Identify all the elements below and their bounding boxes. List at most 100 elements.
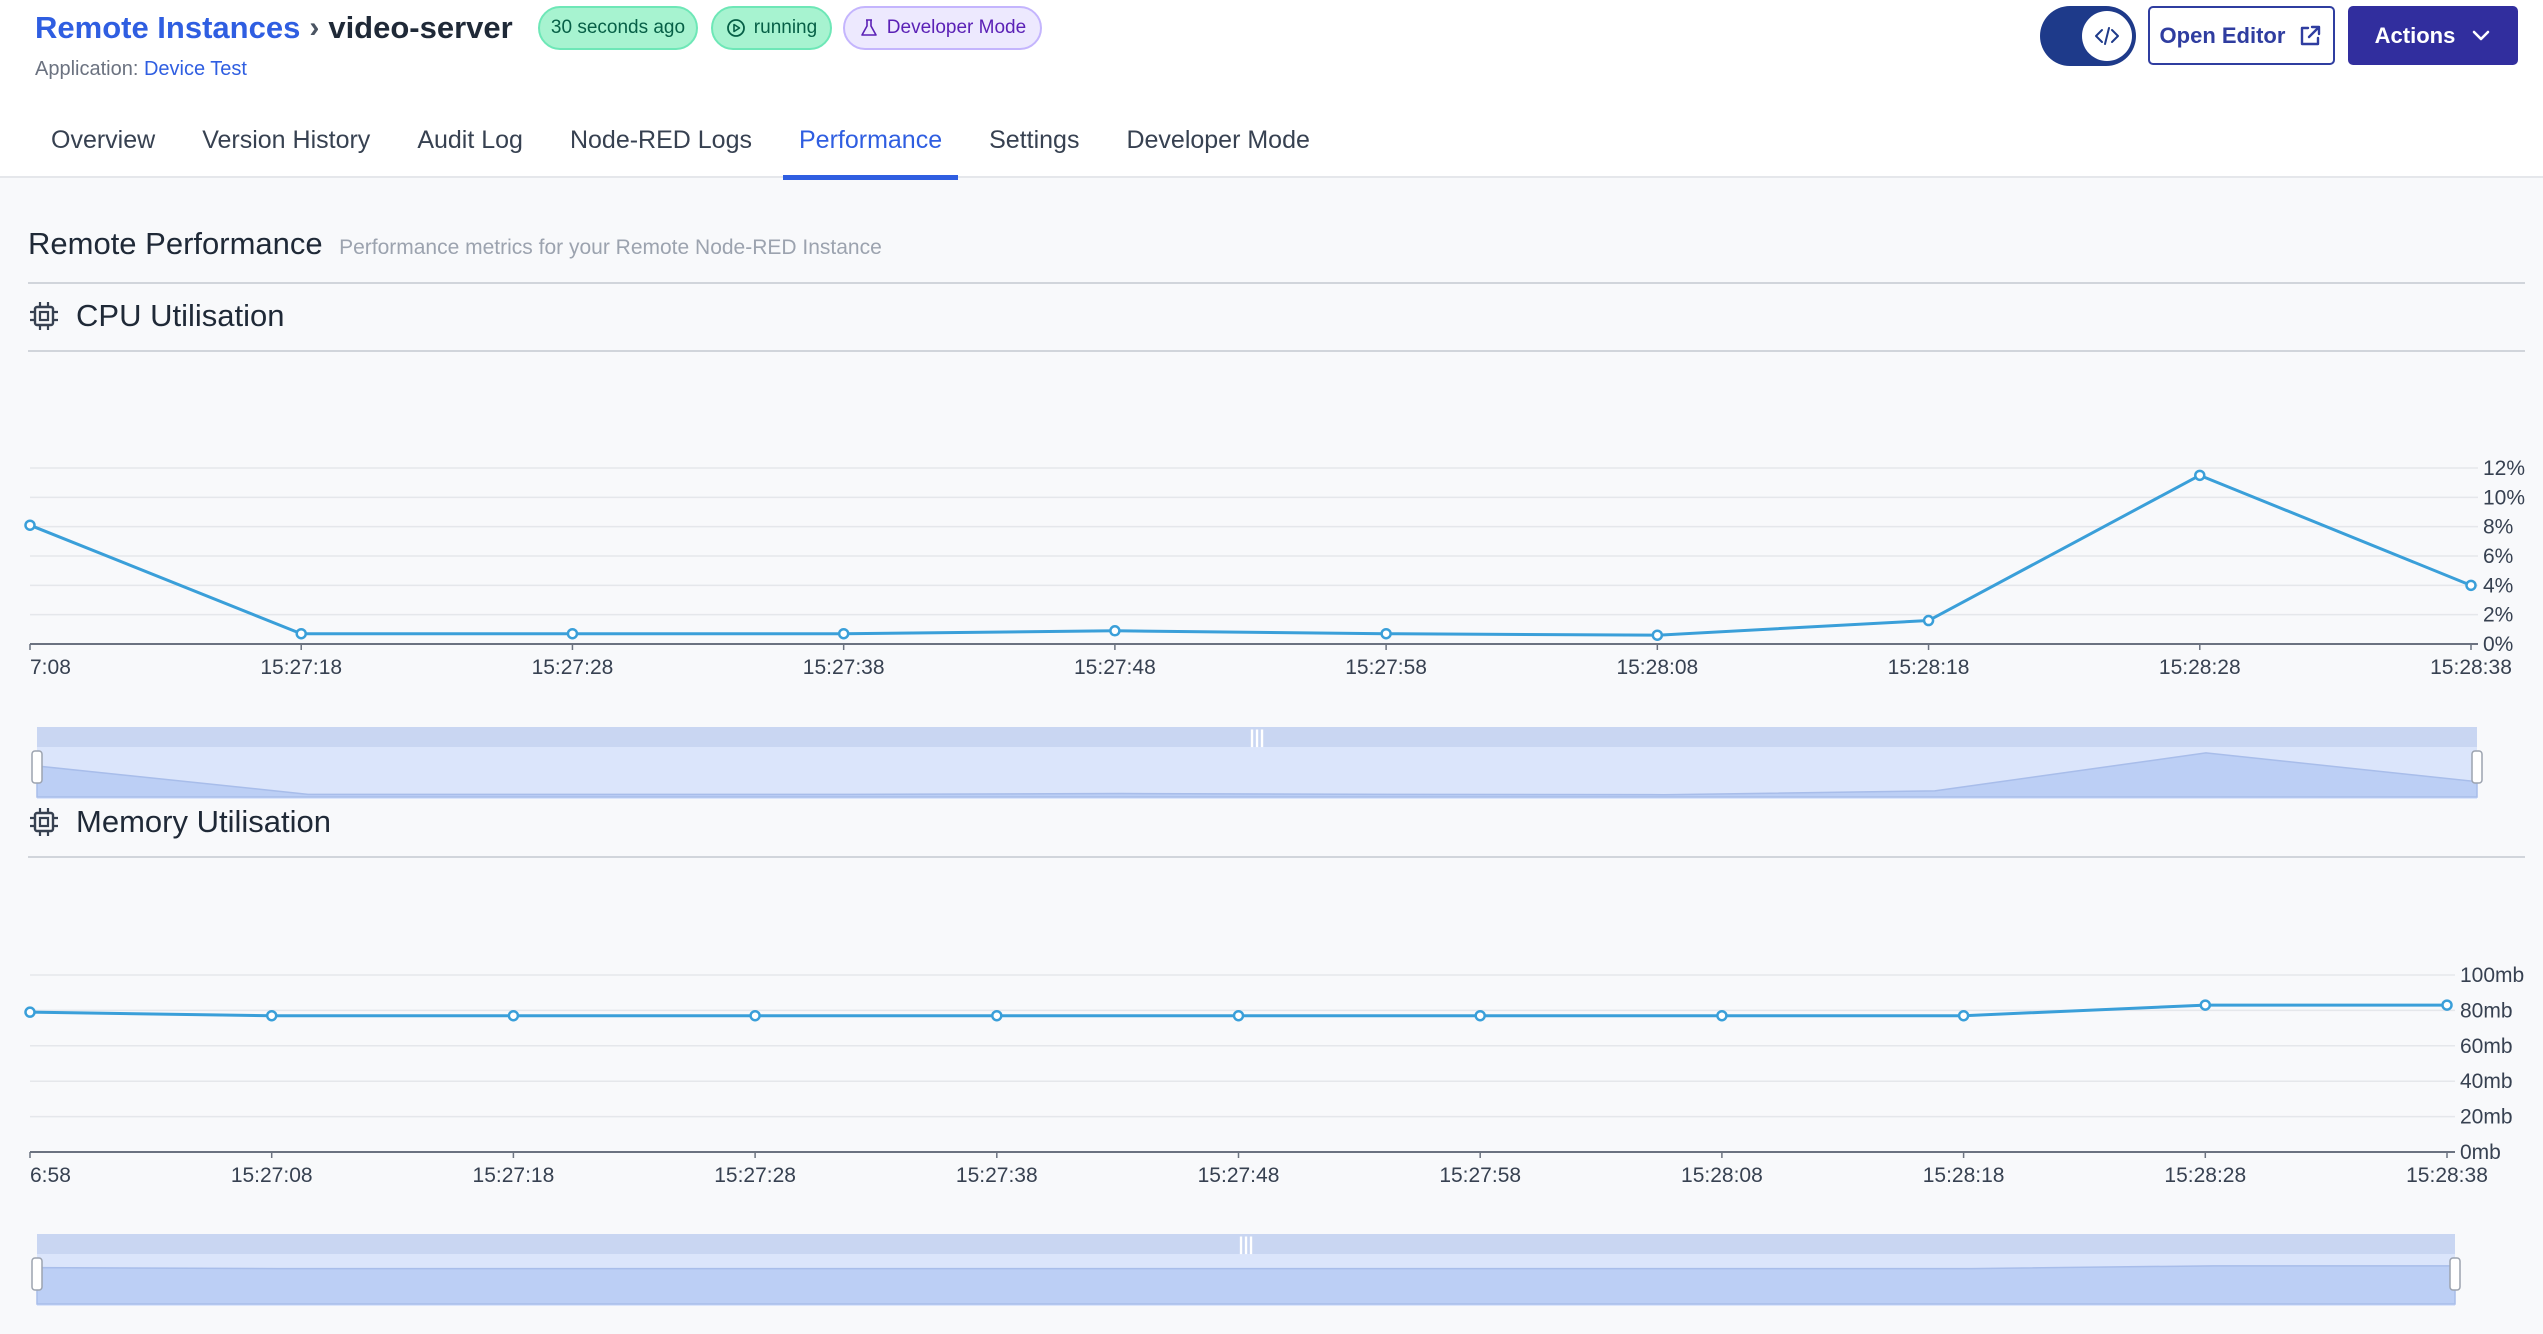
memory-utilisation-chart: 0mb 20mb 40mb 60mb 80mb 100mb 6:58 15:27:08 15:2… bbox=[24, 964, 2524, 1306]
data-point bbox=[507, 1009, 520, 1022]
y-tick-label: 100mb bbox=[2460, 964, 2524, 987]
actions-label: Actions bbox=[2374, 22, 2456, 48]
y-tick-label: 60mb bbox=[2460, 1035, 2513, 1058]
data-point bbox=[24, 519, 36, 531]
x-tick-label: 15:28:08 bbox=[1681, 1164, 1763, 1187]
y-tick-label: 10% bbox=[2483, 486, 2525, 509]
zoom-handle-left[interactable] bbox=[31, 1257, 43, 1291]
y-tick-label: 20mb bbox=[2460, 1106, 2513, 1129]
x-tick-label: 15:27:28 bbox=[532, 656, 614, 679]
tab-audit-log[interactable]: Audit Log bbox=[401, 118, 539, 178]
data-point bbox=[2441, 999, 2453, 1011]
application-link[interactable]: Device Test bbox=[144, 58, 247, 80]
memory-chip-icon bbox=[30, 808, 58, 836]
zoom-slider-grip[interactable]: ||| bbox=[1238, 1234, 1253, 1254]
data-point bbox=[2194, 469, 2206, 482]
x-tick-label: 15:27:48 bbox=[1074, 656, 1156, 679]
code-icon bbox=[2082, 11, 2132, 61]
breadcrumb-remote-instances-link[interactable]: Remote Instances bbox=[35, 10, 300, 46]
tab-performance[interactable]: Performance bbox=[782, 118, 959, 180]
developer-mode-badge: Developer Mode bbox=[843, 6, 1042, 50]
x-tick-label: 15:28:18 bbox=[1923, 1164, 2005, 1187]
data-point bbox=[837, 627, 850, 640]
memory-chart-header: Memory Utilisation bbox=[28, 788, 2525, 858]
last-seen-badge: 30 seconds ago bbox=[538, 6, 698, 50]
x-tick-label: 15:27:18 bbox=[260, 656, 342, 679]
data-point bbox=[566, 627, 579, 640]
data-point bbox=[1922, 614, 1935, 627]
data-point bbox=[2465, 579, 2477, 592]
cpu-chart-title: CPU Utilisation bbox=[76, 298, 285, 333]
zoom-slider-grip[interactable]: ||| bbox=[1249, 727, 1264, 747]
zoom-preview-area bbox=[36, 1265, 2456, 1305]
tab-settings[interactable]: Settings bbox=[973, 118, 1095, 178]
instance-tabs: Overview Version History Audit Log Node-… bbox=[35, 118, 1341, 180]
x-tick-label: 15:27:08 bbox=[231, 1164, 313, 1187]
x-tick-label: 15:28:28 bbox=[2159, 656, 2241, 679]
zoom-handle-right[interactable] bbox=[2471, 750, 2483, 784]
open-editor-button[interactable]: Open Editor bbox=[2148, 6, 2335, 65]
y-tick-label: 2% bbox=[2483, 604, 2513, 627]
x-tick-label: 15:28:38 bbox=[2430, 656, 2512, 679]
section-title: Remote Performance bbox=[28, 226, 323, 261]
open-editor-label: Open Editor bbox=[2159, 22, 2286, 48]
status-text: running bbox=[753, 17, 818, 38]
x-tick-label: 15:27:48 bbox=[1198, 1164, 1280, 1187]
performance-section-header: Remote Performance Performance metrics f… bbox=[28, 226, 2525, 284]
x-tick-label: 15:28:08 bbox=[1616, 656, 1698, 679]
instance-header: Remote Instances › video-server 30 secon… bbox=[0, 0, 2543, 180]
tab-node-red-logs[interactable]: Node-RED Logs bbox=[554, 118, 768, 178]
data-point bbox=[24, 1006, 36, 1018]
x-tick-label: 15:28:38 bbox=[2406, 1164, 2488, 1187]
y-tick-label: 40mb bbox=[2460, 1070, 2513, 1093]
actions-button[interactable]: Actions bbox=[2348, 6, 2518, 65]
y-tick-label: 12% bbox=[2483, 457, 2525, 480]
data-point bbox=[1716, 1009, 1728, 1022]
x-tick-label: 15:27:38 bbox=[956, 1164, 1038, 1187]
data-point bbox=[265, 1009, 278, 1022]
y-tick-label: 80mb bbox=[2460, 999, 2513, 1022]
zoom-handle-left[interactable] bbox=[31, 750, 43, 784]
cpu-chip-icon bbox=[30, 302, 58, 330]
memory-chart-title: Memory Utilisation bbox=[76, 804, 331, 839]
data-point bbox=[991, 1009, 1003, 1022]
x-tick-label: 15:27:18 bbox=[473, 1164, 555, 1187]
data-point bbox=[1109, 625, 1121, 637]
zoom-handle-right[interactable] bbox=[2449, 1257, 2461, 1291]
data-point bbox=[1474, 1009, 1486, 1022]
tab-overview[interactable]: Overview bbox=[35, 118, 171, 178]
data-point bbox=[295, 627, 307, 640]
y-tick-label: 6% bbox=[2483, 545, 2513, 568]
application-line: Application: Device Test bbox=[35, 58, 247, 81]
developer-mode-toggle[interactable] bbox=[2040, 6, 2136, 66]
section-subtitle: Performance metrics for your Remote Node… bbox=[339, 236, 882, 259]
beaker-icon bbox=[860, 19, 877, 36]
x-tick-label: 15:27:58 bbox=[1345, 656, 1427, 679]
tab-version-history[interactable]: Version History bbox=[186, 118, 386, 178]
x-tick-label: 15:27:28 bbox=[714, 1164, 796, 1187]
data-point bbox=[1380, 627, 1392, 640]
x-tick-label: 15:28:28 bbox=[2164, 1164, 2246, 1187]
y-tick-label: 4% bbox=[2483, 574, 2513, 597]
breadcrumb: Remote Instances › video-server bbox=[35, 10, 513, 46]
instance-name: video-server bbox=[328, 10, 513, 45]
developer-mode-text: Developer Mode bbox=[886, 17, 1027, 38]
data-point bbox=[749, 1009, 761, 1022]
data-point bbox=[1651, 629, 1664, 641]
x-tick-label: 6:58 bbox=[30, 1164, 71, 1187]
data-point bbox=[1957, 1009, 1970, 1022]
cpu-chart-header: CPU Utilisation bbox=[28, 282, 2525, 352]
x-tick-label: 15:28:18 bbox=[1888, 656, 1970, 679]
x-tick-label: 15:27:38 bbox=[803, 656, 885, 679]
chevron-down-icon bbox=[2473, 30, 2490, 40]
play-circle-icon bbox=[726, 19, 745, 37]
x-tick-label: 15:27:58 bbox=[1439, 1164, 1521, 1187]
x-tick-label: 7:08 bbox=[30, 656, 71, 679]
y-tick-label: 0mb bbox=[2460, 1141, 2501, 1164]
chevron-right-icon: › bbox=[309, 11, 320, 44]
data-point bbox=[1232, 1009, 1245, 1022]
data-point bbox=[2199, 999, 2212, 1011]
tab-developer-mode[interactable]: Developer Mode bbox=[1110, 118, 1325, 178]
last-seen-text: 30 seconds ago bbox=[550, 17, 686, 38]
y-tick-label: 0% bbox=[2483, 633, 2513, 656]
